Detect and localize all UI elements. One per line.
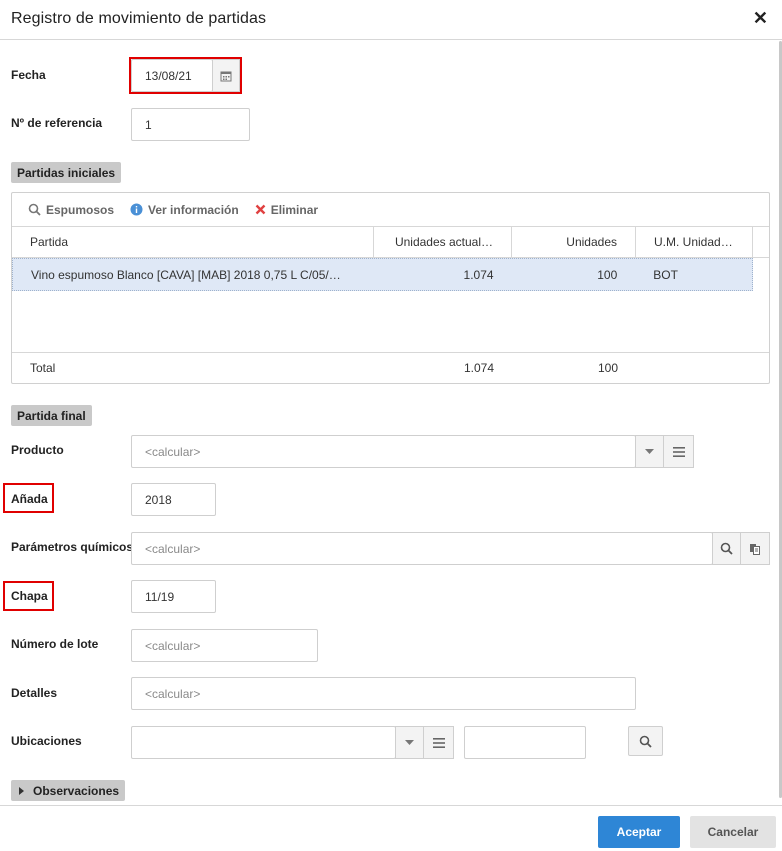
anada-input[interactable]: 2018 bbox=[131, 483, 216, 516]
total-label: Total bbox=[30, 361, 56, 375]
column-header-um-unidad[interactable]: U.M. Unidad… bbox=[636, 227, 753, 257]
copy-icon bbox=[750, 543, 760, 555]
dialog-title: Registro de movimiento de partidas bbox=[11, 10, 267, 27]
lote-input[interactable]: <calcular> bbox=[131, 629, 318, 662]
ubicaciones-search-button[interactable] bbox=[628, 726, 663, 756]
cell-unidades: 100 bbox=[597, 267, 618, 282]
total-um bbox=[636, 353, 753, 383]
detalles-input[interactable]: <calcular> bbox=[131, 677, 636, 710]
partidas-iniciales-panel: Espumosos Ver información Eliminar Parti… bbox=[11, 192, 770, 384]
cell-partida: Vino espumoso Blanco [CAVA] [MAB] 2018 0… bbox=[31, 267, 341, 282]
parametros-search-button[interactable] bbox=[712, 532, 741, 565]
total-unidades-actual: 1.074 bbox=[463, 361, 494, 375]
producto-list-button[interactable] bbox=[663, 435, 694, 468]
ver-informacion-button[interactable]: Ver información bbox=[130, 203, 239, 217]
grid-toolbar: Espumosos Ver información Eliminar bbox=[12, 193, 769, 226]
column-header-unidades[interactable]: Unidades bbox=[512, 227, 636, 257]
info-icon bbox=[130, 203, 143, 216]
observaciones-toggle[interactable]: Observaciones bbox=[11, 780, 126, 801]
chapa-input[interactable]: 11/19 bbox=[131, 580, 216, 613]
grid-header: Partida Unidades actual… Unidades U.M. U… bbox=[12, 226, 769, 258]
detalles-label: Detalles bbox=[11, 686, 58, 700]
dialog-footer: Aceptar Cancelar bbox=[0, 805, 782, 851]
search-icon bbox=[720, 542, 733, 555]
caret-right-icon bbox=[19, 786, 24, 795]
cell-um: BOT bbox=[653, 267, 678, 282]
partidas-iniciales-tag: Partidas iniciales bbox=[11, 162, 122, 183]
menu-list-icon bbox=[672, 446, 685, 457]
search-icon bbox=[639, 735, 652, 748]
lote-label: Número de lote bbox=[11, 637, 99, 651]
grid-total-row: Total 1.074 100 bbox=[12, 352, 769, 383]
cell-unidades-actual: 1.074 bbox=[463, 267, 494, 282]
parametros-input[interactable]: <calcular> bbox=[131, 532, 713, 565]
dialog-header: Registro de movimiento de partidas ✕ bbox=[0, 0, 782, 40]
referencia-input[interactable]: 1 bbox=[131, 108, 250, 141]
espumosos-label: Espumosos bbox=[46, 202, 115, 217]
total-unidades: 100 bbox=[597, 361, 618, 375]
parametros-copy-button[interactable] bbox=[740, 532, 770, 565]
ubicaciones-input[interactable] bbox=[131, 726, 396, 759]
column-header-partida[interactable]: Partida bbox=[12, 227, 374, 257]
eliminar-button[interactable]: Eliminar bbox=[255, 203, 318, 217]
producto-input[interactable]: <calcular> bbox=[131, 435, 636, 468]
referencia-label: Nº de referencia bbox=[11, 116, 103, 130]
menu-list-icon bbox=[432, 737, 445, 748]
close-icon[interactable]: ✕ bbox=[753, 8, 768, 28]
ubicaciones-list-button[interactable] bbox=[423, 726, 454, 759]
producto-dropdown-button[interactable] bbox=[635, 435, 664, 468]
accept-button[interactable]: Aceptar bbox=[598, 816, 680, 848]
column-header-unidades-actual[interactable]: Unidades actual… bbox=[374, 227, 512, 257]
producto-label: Producto bbox=[11, 443, 64, 457]
caret-down-icon bbox=[405, 739, 414, 745]
search-icon bbox=[28, 203, 41, 216]
delete-x-icon bbox=[255, 204, 266, 215]
ubicaciones-extra-input[interactable] bbox=[464, 726, 586, 759]
cancel-button[interactable]: Cancelar bbox=[690, 816, 776, 848]
chapa-highlight bbox=[3, 581, 54, 611]
parametros-label: Parámetros químicos bbox=[11, 540, 134, 554]
table-row[interactable]: Vino espumoso Blanco [CAVA] [MAB] 2018 0… bbox=[12, 258, 753, 291]
observaciones-label: Observaciones bbox=[33, 783, 120, 798]
partida-final-tag: Partida final bbox=[11, 405, 92, 426]
caret-down-icon bbox=[645, 448, 654, 454]
ubicaciones-dropdown-button[interactable] bbox=[395, 726, 424, 759]
espumosos-button[interactable]: Espumosos bbox=[28, 203, 114, 217]
fecha-label: Fecha bbox=[11, 68, 46, 82]
fecha-highlight bbox=[129, 57, 242, 94]
eliminar-label: Eliminar bbox=[270, 202, 319, 217]
anada-highlight bbox=[3, 483, 54, 513]
ubicaciones-label: Ubicaciones bbox=[11, 734, 82, 748]
ver-informacion-label: Ver información bbox=[148, 202, 239, 217]
